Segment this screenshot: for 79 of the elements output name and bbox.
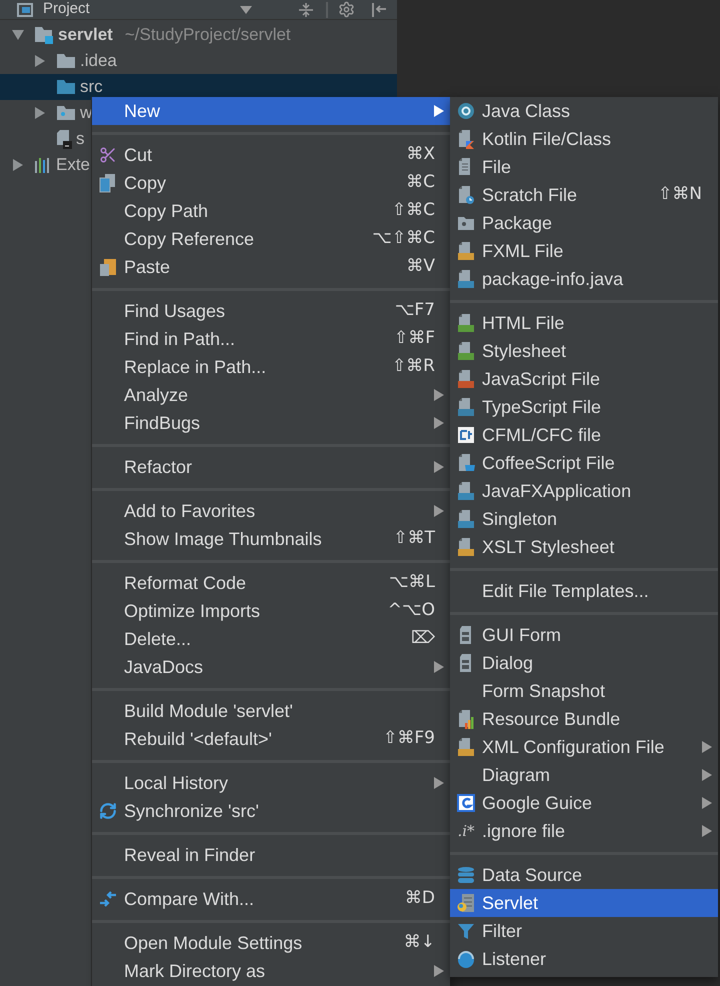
menu-item-label: Stylesheet: [482, 340, 566, 363]
tree-item-label: servlet: [58, 24, 113, 46]
shortcut-label: ⌥F7: [394, 299, 435, 322]
menu-item-label: Optimize Imports: [124, 600, 260, 623]
menu-item-label: Reveal in Finder: [124, 844, 256, 866]
menu-item-label: Paste: [124, 256, 170, 278]
menu-item-label: Open Module Settings: [124, 932, 302, 955]
tree-item-label: s: [76, 128, 84, 150]
menu-item-label: FXML File: [482, 240, 564, 262]
shortcut-label: ^⌥O: [388, 599, 435, 622]
menu-item-label: Copy: [124, 172, 166, 195]
menu-item-label: Synchronize 'src': [124, 800, 259, 823]
menu-item-label: Mark Directory as: [124, 960, 266, 983]
panel-title: Project: [43, 0, 90, 20]
menu-item-label: Rebuild '<default>': [124, 728, 272, 750]
menu-item-label: HTML File: [482, 312, 564, 334]
tree-item-label: .idea: [80, 50, 117, 72]
menu-item-label: Analyze: [124, 384, 188, 407]
menu-item-label: New: [124, 100, 160, 122]
menu-item-label: Add to Favorites: [124, 500, 256, 522]
menu-item-label: Refactor: [124, 456, 192, 478]
menu-item-label: XSLT Stylesheet: [482, 536, 614, 559]
shortcut-label: ⇧⌘R: [392, 355, 435, 378]
menu-item-label: Reformat Code: [124, 572, 246, 594]
shortcut-label: ⌦: [410, 627, 435, 650]
menu-item-label: Find in Path...: [124, 328, 236, 350]
shortcut-label: ⇧⌘T: [393, 527, 435, 550]
menu-item-label: Show Image Thumbnails: [124, 528, 322, 551]
shortcut-label: ⌥⌘L: [388, 571, 435, 594]
menu-item-label: JavaFXApplication: [482, 480, 632, 503]
menu-item-label: Filter: [482, 920, 522, 942]
menu-item-label: File: [482, 156, 512, 178]
menu-item-label: Google Guice: [482, 792, 592, 815]
menu-item-label: Resource Bundle: [482, 708, 620, 730]
menu-item-label: package-info.java: [482, 268, 624, 291]
project-path: ~/StudyProject/servlet: [124, 24, 291, 46]
shortcut-label: ⇧⌘F9: [383, 727, 435, 750]
menu-item-label: Local History: [124, 772, 228, 795]
shortcut-label: ⇧⌘C: [392, 199, 435, 222]
menu-item-label: JavaDocs: [124, 656, 204, 678]
menu-item-label: CFML/CFC file: [482, 424, 602, 446]
shortcut-label: ⌘X: [406, 143, 435, 166]
menu-item-label: Find Usages: [124, 300, 226, 323]
menu-item-label: GUI Form: [482, 624, 561, 646]
menu-item-label: Replace in Path...: [124, 356, 266, 379]
menu-item-label: CoffeeScript File: [482, 452, 615, 475]
shortcut-label: ⇧⌘F: [394, 327, 435, 350]
menu-item-label: Edit File Templates...: [482, 580, 649, 603]
shortcut-label: ⇧⌘N: [658, 183, 702, 206]
menu-item-label: Package: [482, 212, 552, 235]
menu-item-label: Copy Reference: [124, 228, 254, 251]
menu-item-label: Listener: [482, 948, 546, 970]
menu-item-label: Diagram: [482, 764, 550, 787]
menu-item-label: XML Configuration File: [482, 736, 664, 759]
menu-item-label: Build Module 'servlet': [124, 700, 293, 722]
menu-item-label: Data Source: [482, 864, 582, 886]
shortcut-label: ⌥⇧⌘C: [372, 227, 435, 250]
menu-item-label: JavaScript File: [482, 368, 600, 391]
menu-item-label: Singleton: [482, 508, 558, 531]
menu-item-label: Servlet: [482, 892, 538, 914]
menu-item-label: Form Snapshot: [482, 680, 606, 703]
menu-item-label: Scratch File: [482, 184, 578, 206]
menu-item-label: .ignore file: [482, 820, 566, 843]
menu-item-label: TypeScript File: [482, 396, 602, 419]
shortcut-label: ⌘C: [406, 171, 435, 194]
shortcut-label: ⌘D: [404, 887, 435, 910]
tree-item-label: src: [80, 76, 103, 98]
shortcut-label: ⌘↓: [404, 931, 435, 954]
ignore-icon: .i*: [457, 820, 475, 842]
tree-item-label: Exte: [56, 154, 90, 176]
menu-item-label: Java Class: [482, 100, 570, 122]
menu-item-label: FindBugs: [124, 412, 200, 435]
menu-item-label: Kotlin File/Class: [482, 128, 612, 150]
menu-item-label: Dialog: [482, 652, 534, 675]
menu-item-label: Compare With...: [124, 888, 254, 911]
menu-item-label: Copy Path: [124, 200, 208, 223]
menu-item-label: Cut: [124, 144, 152, 166]
menu-item-label: Delete...: [124, 628, 192, 650]
shortcut-label: ⌘V: [406, 255, 435, 278]
